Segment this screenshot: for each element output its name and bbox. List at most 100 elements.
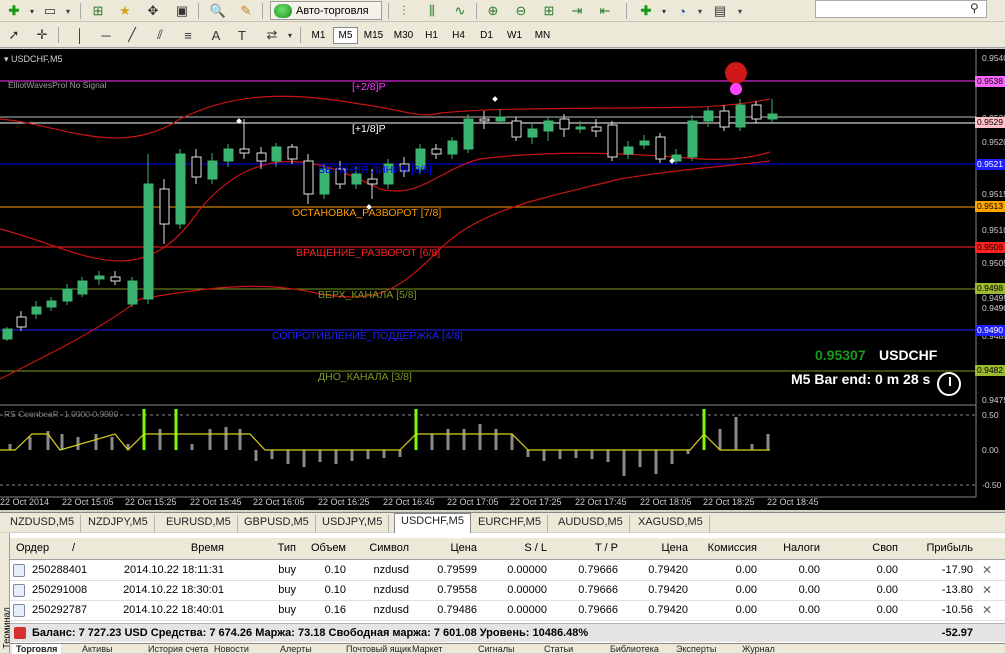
price-tag: 0.9513: [975, 201, 1005, 212]
timeframe-w1-button[interactable]: W1: [502, 27, 527, 44]
text-label-icon[interactable]: T: [232, 26, 252, 44]
horizontal-line-icon[interactable]: ─: [96, 26, 116, 44]
symbol-tab[interactable]: EURCHF,M5: [472, 515, 548, 532]
symbol-tab[interactable]: NZDUSD,M5: [4, 515, 82, 532]
bar-chart-icon[interactable]: ⫶: [394, 2, 414, 20]
autotrade-icon: [274, 3, 292, 18]
order-icon: [13, 564, 25, 577]
time-axis-label: 22 Oct 17:45: [575, 497, 627, 507]
symbol-tab[interactable]: NZDJPY,M5: [82, 515, 155, 532]
bull-candle: [687, 120, 698, 158]
timeframe-m30-button[interactable]: M30: [391, 27, 416, 44]
fibonacci-icon[interactable]: ≡: [178, 26, 198, 44]
order-row[interactable]: 250291008 2014.10.22 18:30:01 buy 0.10 nzdus…: [10, 581, 1005, 601]
profiles-icon[interactable]: ▭: [40, 2, 60, 20]
toolbar-separator: [262, 3, 263, 19]
zoom-in-icon[interactable]: ⊕: [483, 2, 503, 20]
order-row[interactable]: 250292787 2014.10.22 18:40:01 buy 0.16 nzdus…: [10, 601, 1005, 621]
bear-candle: [16, 316, 27, 328]
clock-icon: [937, 372, 961, 396]
timeframe-mn-button[interactable]: MN: [530, 27, 555, 44]
bear-candle: [191, 156, 202, 178]
column-header[interactable]: Время: [110, 542, 224, 554]
text-tool-icon[interactable]: A: [206, 26, 226, 44]
dropdown-arrow-icon[interactable]: ▾: [280, 26, 300, 44]
autotrade-button[interactable]: Авто-торговля: [270, 1, 382, 20]
dropdown-arrow-icon[interactable]: ▾: [730, 2, 750, 20]
timeframe-m1-button[interactable]: M1: [306, 27, 331, 44]
dropdown-arrow-icon[interactable]: ▾: [58, 2, 78, 20]
indicators-icon[interactable]: ✚: [636, 2, 656, 20]
trendline-icon[interactable]: ╱: [122, 26, 142, 44]
bollinger-lower: [0, 160, 771, 380]
column-header[interactable]: Своп: [850, 542, 898, 554]
autoscroll-icon[interactable]: ⇤: [595, 2, 615, 20]
column-header[interactable]: Тип: [260, 542, 296, 554]
periods-icon[interactable]: ◔: [672, 2, 692, 20]
column-header[interactable]: Цена: [430, 542, 477, 554]
favorites-icon[interactable]: ★: [115, 2, 135, 20]
order-symbol: nzdusd: [373, 564, 409, 576]
timeframe-h4-button[interactable]: H4: [446, 27, 471, 44]
vertical-line-icon[interactable]: │: [70, 26, 90, 44]
price-chart[interactable]: [0, 49, 1005, 510]
column-header[interactable]: Объем: [306, 542, 346, 554]
timeframe-m15-button[interactable]: M15: [361, 27, 386, 44]
symbol-tab[interactable]: USDCHF,M5: [394, 513, 471, 533]
cursor-icon[interactable]: ➚: [4, 26, 24, 44]
chart-window[interactable]: ▾ USDCHF,M5 ElliotWavesProl No Signal [+…: [0, 49, 1005, 510]
meta-editor-icon[interactable]: ✎: [236, 2, 256, 20]
order-swap: 0.00: [876, 604, 898, 616]
chart-shift-icon[interactable]: ⇥: [567, 2, 587, 20]
symbol-tab[interactable]: USDJPY,M5: [316, 515, 390, 532]
arrows-icon[interactable]: ⇄: [262, 26, 282, 44]
dropdown-arrow-icon[interactable]: ▾: [690, 2, 710, 20]
strategy-tester-icon[interactable]: 🔍: [208, 2, 228, 20]
crosshair-tool-icon[interactable]: ✛: [32, 26, 52, 44]
dropdown-arrow-icon[interactable]: ▾: [22, 2, 42, 20]
zoom-out-icon[interactable]: ⊖: [511, 2, 531, 20]
symbol-tab[interactable]: GBPUSD,M5: [238, 515, 316, 532]
line-chart-icon[interactable]: ∿: [450, 2, 470, 20]
close-order-icon[interactable]: ✕: [982, 583, 992, 597]
market-watch-icon[interactable]: ⊞: [88, 2, 108, 20]
new-chart-icon[interactable]: ✚: [4, 2, 24, 20]
templates-icon[interactable]: ▤: [710, 2, 730, 20]
column-header[interactable]: S / L: [490, 542, 547, 554]
price-axis-label: 0.9490: [982, 303, 1005, 313]
dropdown-arrow-icon[interactable]: ▾: [654, 2, 674, 20]
column-header[interactable]: Символ: [355, 542, 409, 554]
close-order-icon[interactable]: ✕: [982, 603, 992, 617]
terminal-icon[interactable]: ▣: [172, 2, 192, 20]
crosshair-icon[interactable]: ✥: [143, 2, 163, 20]
time-axis-label: 22 Oct 18:05: [640, 497, 692, 507]
symbol-tab[interactable]: AUDUSD,M5: [552, 515, 630, 532]
symbol-tab[interactable]: XAGUSD,M5: [632, 515, 710, 532]
bear-candle: [159, 188, 170, 225]
signal-star-icon: [730, 83, 742, 95]
bull-candle: [62, 288, 73, 302]
close-order-icon[interactable]: ✕: [982, 563, 992, 577]
column-header[interactable]: Прибыль: [910, 542, 973, 554]
column-header[interactable]: Ордер: [16, 542, 66, 554]
order-swap: 0.00: [876, 564, 898, 576]
murrey-level-label: ОСТАНОВКА_РАЗВОРОТ [7/8]: [292, 207, 442, 219]
column-header[interactable]: T / P: [570, 542, 618, 554]
order-price: 0.79599: [437, 564, 477, 576]
bear-candle: [559, 118, 570, 130]
search-input[interactable]: [815, 0, 987, 18]
column-header[interactable]: Цена: [640, 542, 688, 554]
column-header[interactable]: Налоги: [780, 542, 820, 554]
tile-windows-icon[interactable]: ⊞: [539, 2, 559, 20]
symbol-tab[interactable]: EURUSD,M5: [160, 515, 238, 532]
column-header[interactable]: Комиссия: [700, 542, 757, 554]
timeframe-d1-button[interactable]: D1: [474, 27, 499, 44]
order-row[interactable]: 250288401 2014.10.22 18:11:31 buy 0.10 nzdus…: [10, 561, 1005, 581]
candlestick-chart-icon[interactable]: ⫼: [422, 2, 442, 20]
timeframe-m5-button[interactable]: M5: [333, 27, 358, 44]
search-icon[interactable]: ⚲: [970, 1, 979, 15]
column-header[interactable]: /: [72, 542, 82, 554]
channel-icon[interactable]: ⫽: [150, 26, 170, 44]
timeframe-h1-button[interactable]: H1: [419, 27, 444, 44]
price-axis-label: 0.9515: [982, 189, 1005, 199]
